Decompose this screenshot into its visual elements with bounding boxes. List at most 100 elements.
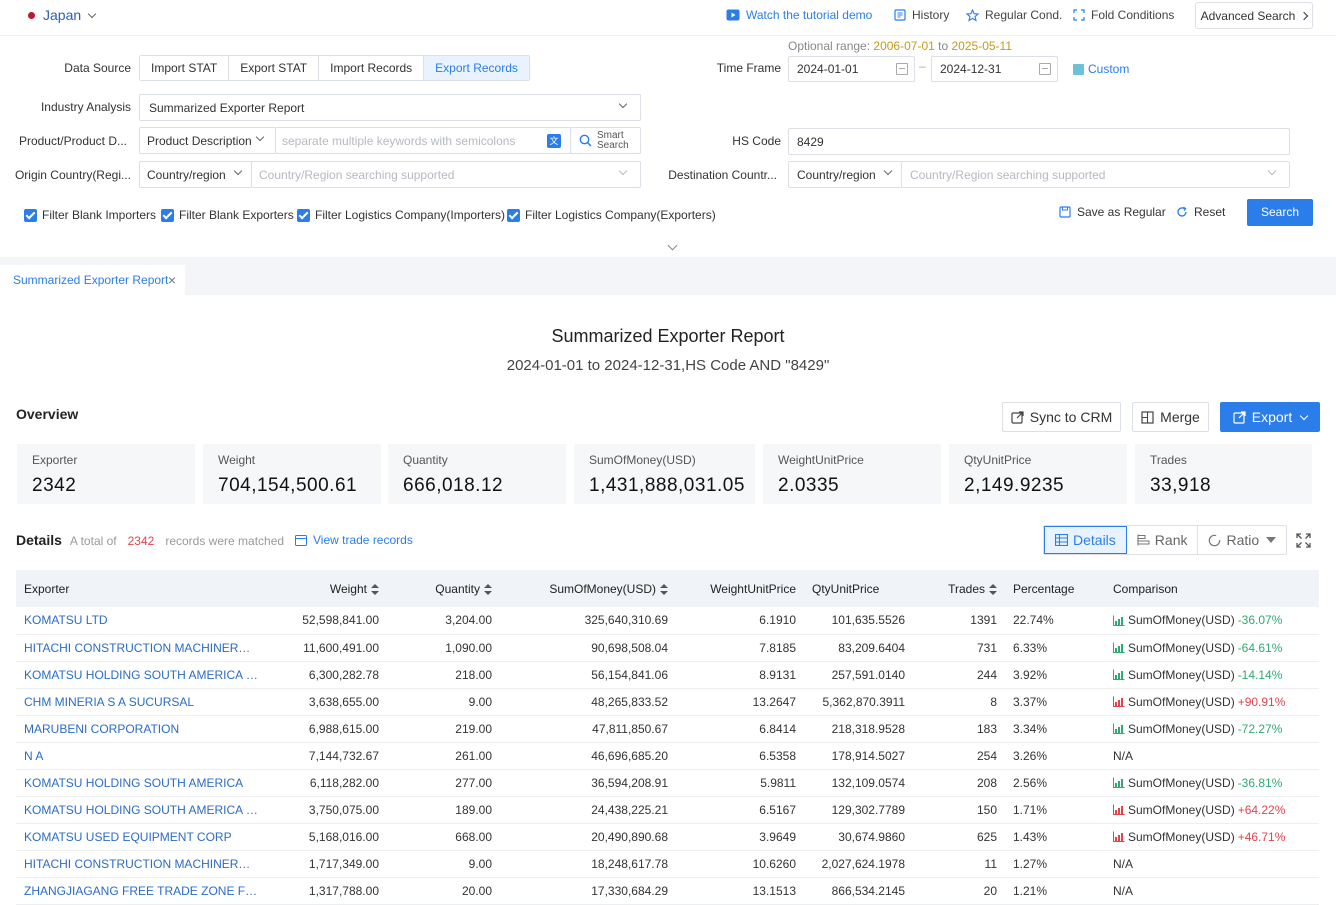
cell-exporter[interactable]: ZHANGJIAGANG FREE TRADE ZONE FRIEND ... bbox=[16, 877, 266, 905]
destination-placeholder: Country/Region searching supported bbox=[910, 167, 1106, 182]
data-source-export-stat[interactable]: Export STAT bbox=[229, 56, 320, 80]
comparison-label: SumOfMoney(USD) bbox=[1128, 613, 1235, 628]
cell-exporter[interactable]: CHM MINERIA S A SUCURSAL bbox=[16, 688, 266, 716]
cell-exporter[interactable]: MARUBENI CORPORATION bbox=[16, 715, 266, 743]
destination-country-input[interactable]: Country/Region searching supported bbox=[901, 161, 1290, 188]
custom-range-button[interactable]: Custom bbox=[1073, 62, 1129, 76]
date-from-input[interactable]: 2024-01-01 bbox=[788, 56, 915, 82]
header-trades[interactable]: Trades bbox=[913, 570, 1005, 607]
industry-analysis-select[interactable]: Summarized Exporter Report bbox=[139, 94, 641, 121]
header-sum-of-money[interactable]: SumOfMoney(USD) bbox=[500, 570, 676, 607]
cell-weight: 6,988,615.00 bbox=[266, 715, 387, 743]
comparison: SumOfMoney(USD) +90.91% bbox=[1113, 695, 1311, 709]
view-trade-records-link[interactable]: View trade records bbox=[295, 533, 413, 547]
stat-value: 666,018.12 bbox=[403, 475, 504, 496]
cell-sum-of-money: 20,490,890.68 bbox=[500, 823, 676, 851]
cell-sum-of-money: 18,248,617.78 bbox=[500, 850, 676, 878]
destination-type-select[interactable]: Country/region bbox=[788, 161, 902, 188]
tutorial-link[interactable]: Watch the tutorial demo bbox=[726, 8, 872, 22]
fold-conditions-label: Fold Conditions bbox=[1091, 8, 1175, 22]
tab-summarized-exporter-report[interactable]: Summarized Exporter Report × bbox=[0, 265, 185, 295]
chevron-right-icon bbox=[1300, 11, 1309, 20]
origin-type-value: Country/region bbox=[147, 167, 226, 182]
details-title: Details bbox=[16, 532, 62, 548]
product-type-select[interactable]: Product Description bbox=[139, 127, 276, 154]
filter-logistics-exporters-checkbox[interactable]: Filter Logistics Company(Exporters) bbox=[507, 208, 716, 222]
origin-country-input[interactable]: Country/Region searching supported bbox=[251, 161, 641, 188]
sort-icon[interactable] bbox=[371, 583, 379, 595]
data-source-import-records[interactable]: Import Records bbox=[319, 56, 425, 80]
hs-code-input[interactable]: 8429 bbox=[788, 128, 1290, 155]
origin-type-select[interactable]: Country/region bbox=[139, 161, 252, 188]
stat-value: 2.0335 bbox=[778, 475, 840, 496]
cell-percentage: 3.37% bbox=[1005, 688, 1105, 716]
optional-range-to-word: to bbox=[938, 39, 949, 53]
date-to-input[interactable]: 2024-12-31 bbox=[931, 56, 1058, 82]
origin-country-label: Origin Country(Regi... bbox=[14, 168, 131, 182]
history-link[interactable]: History bbox=[894, 8, 949, 22]
stat-card-quantity: Quantity 666,018.12 bbox=[388, 444, 566, 504]
filter-blank-importers-checkbox[interactable]: Filter Blank Importers bbox=[24, 208, 156, 222]
cell-exporter[interactable]: KOMATSU HOLDING SOUTH AMERICA bbox=[16, 769, 266, 797]
comparison-label: SumOfMoney(USD) bbox=[1128, 667, 1235, 682]
origin-placeholder: Country/Region searching supported bbox=[259, 167, 455, 182]
cell-exporter[interactable]: KOMATSU HOLDING SOUTH AMERICA LIMIT... bbox=[16, 661, 266, 689]
merge-button[interactable]: Merge bbox=[1132, 402, 1209, 432]
filter-blank-exporters-checkbox[interactable]: Filter Blank Exporters bbox=[161, 208, 294, 222]
header-quantity[interactable]: Quantity bbox=[387, 570, 500, 607]
sync-to-crm-button[interactable]: Sync to CRM bbox=[1002, 402, 1121, 432]
header-weight[interactable]: Weight bbox=[266, 570, 387, 607]
cell-qty-unit-price: 178,914.5027 bbox=[804, 742, 913, 770]
cell-percentage: 22.74% bbox=[1005, 607, 1105, 635]
smart-search-line1: Smart bbox=[597, 129, 624, 141]
sort-icon[interactable] bbox=[660, 583, 668, 595]
chevron-down-icon bbox=[667, 240, 678, 251]
checkbox-checked-icon bbox=[507, 208, 520, 222]
sort-icon[interactable] bbox=[989, 583, 997, 595]
keywords-input[interactable]: separate multiple keywords with semicolo… bbox=[275, 127, 571, 154]
comparison-value: +64.22% bbox=[1237, 802, 1286, 817]
close-icon[interactable]: × bbox=[168, 265, 176, 295]
data-source-export-records[interactable]: Export Records bbox=[424, 56, 529, 80]
cell-exporter[interactable]: KOMATSU LTD bbox=[16, 607, 266, 635]
cell-exporter[interactable]: KOMATSU HOLDING SOUTH AMERICA LTDA bbox=[16, 796, 266, 824]
cell-exporter[interactable]: HITACHI CONSTRUCTION MACHINERY CO LT... bbox=[16, 850, 266, 878]
cell-percentage: 3.92% bbox=[1005, 661, 1105, 689]
collapse-handle[interactable] bbox=[638, 239, 708, 257]
country-selector[interactable]: Japan bbox=[28, 7, 97, 23]
advanced-search-button[interactable]: Advanced Search bbox=[1195, 2, 1313, 29]
data-source-import-stat[interactable]: Import STAT bbox=[140, 56, 230, 80]
filter-logistics-importers-checkbox[interactable]: Filter Logistics Company(Importers) bbox=[297, 208, 505, 222]
view-ratio-tab[interactable]: Ratio bbox=[1198, 526, 1286, 554]
reset-button[interactable]: Reset bbox=[1176, 205, 1225, 219]
regular-conditions-link[interactable]: Regular Cond. bbox=[966, 8, 1062, 22]
product-label: Product/Product D... bbox=[18, 134, 127, 148]
view-details-tab[interactable]: Details bbox=[1044, 526, 1127, 554]
chevron-down-icon bbox=[1267, 166, 1277, 176]
cell-exporter[interactable]: KOMATSU USED EQUIPMENT CORP bbox=[16, 823, 266, 851]
cell-trades: 1391 bbox=[913, 607, 1005, 635]
translate-icon[interactable]: 文 bbox=[547, 134, 561, 148]
cell-sum-of-money: 24,438,225.21 bbox=[500, 796, 676, 824]
table-row: KOMATSU USED EQUIPMENT CORP 5,168,016.00 6… bbox=[16, 823, 1319, 851]
stat-value: 2342 bbox=[32, 475, 77, 496]
search-button[interactable]: Search bbox=[1247, 199, 1313, 226]
view-rank-tab[interactable]: Rank bbox=[1127, 526, 1199, 554]
top-bar: Japan Watch the tutorial demo History Re… bbox=[0, 0, 1336, 36]
sort-icon[interactable] bbox=[484, 583, 492, 595]
save-as-regular-button[interactable]: Save as Regular bbox=[1059, 205, 1166, 219]
cell-weight: 5,168,016.00 bbox=[266, 823, 387, 851]
export-button[interactable]: Export bbox=[1220, 402, 1320, 432]
fold-conditions-link[interactable]: Fold Conditions bbox=[1073, 8, 1174, 22]
comparison-value: -64.61% bbox=[1237, 640, 1283, 655]
country-label: Japan bbox=[43, 7, 82, 23]
overview-title: Overview bbox=[16, 406, 79, 422]
cell-exporter[interactable]: HITACHI CONSTRUCTION MACHINERY CO LTD bbox=[16, 634, 266, 662]
cell-comparison: N/A bbox=[1105, 742, 1319, 770]
smart-search-button[interactable]: Smart Search bbox=[570, 127, 641, 154]
cell-exporter[interactable]: N A bbox=[16, 742, 266, 770]
fullscreen-icon[interactable] bbox=[1296, 533, 1311, 551]
cell-trades: 208 bbox=[913, 769, 1005, 797]
advanced-search-label: Advanced Search bbox=[1200, 8, 1296, 23]
table-row: KOMATSU HOLDING SOUTH AMERICA 6,118,282.0… bbox=[16, 769, 1319, 797]
